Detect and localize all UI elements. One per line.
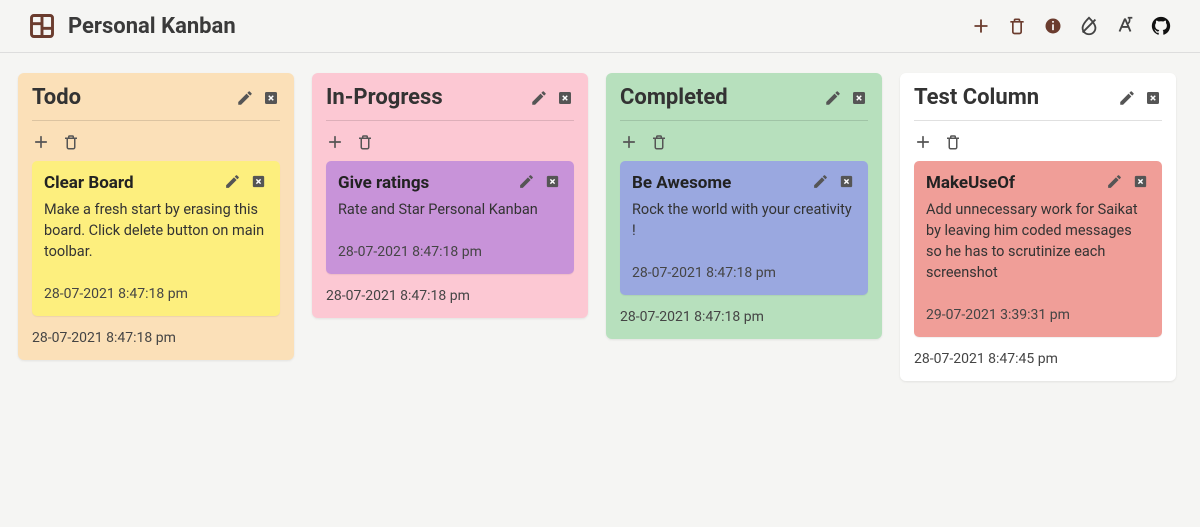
column-timestamp: 28-07-2021 8:47:18 pm xyxy=(326,284,574,304)
column-actions xyxy=(236,89,280,107)
column-actions xyxy=(530,89,574,107)
card-header: Clear Board xyxy=(44,173,268,193)
theme-toggle-button[interactable] xyxy=(1078,15,1100,37)
card-timestamp: 28-07-2021 8:47:18 pm xyxy=(44,286,268,302)
column-card-actions xyxy=(620,121,868,161)
card-title: Be Awesome xyxy=(632,173,731,193)
card-actions xyxy=(518,173,562,191)
edit-card-button[interactable] xyxy=(518,173,536,191)
main-toolbar xyxy=(970,15,1172,37)
edit-column-button[interactable] xyxy=(530,89,548,107)
delete-column-button[interactable] xyxy=(556,89,574,107)
card-actions xyxy=(224,173,268,191)
delete-all-cards-button[interactable] xyxy=(650,133,668,151)
add-card-button[interactable] xyxy=(326,133,344,151)
column: Completed Be Awesome Rock the world with… xyxy=(606,73,882,339)
github-link[interactable] xyxy=(1150,15,1172,37)
card[interactable]: Be Awesome Rock the world with your crea… xyxy=(620,161,868,295)
edit-card-button[interactable] xyxy=(224,173,242,191)
card[interactable]: MakeUseOf Add unnecessary work for Saika… xyxy=(914,161,1162,337)
brand: Personal Kanban xyxy=(28,12,236,40)
delete-column-button[interactable] xyxy=(850,89,868,107)
add-card-button[interactable] xyxy=(914,133,932,151)
column-actions xyxy=(824,89,868,107)
edit-column-button[interactable] xyxy=(1118,89,1136,107)
delete-card-button[interactable] xyxy=(838,173,856,191)
edit-card-button[interactable] xyxy=(812,173,830,191)
card-title: Clear Board xyxy=(44,173,134,193)
column-card-actions xyxy=(32,121,280,161)
column-timestamp: 28-07-2021 8:47:45 pm xyxy=(914,347,1162,367)
language-button[interactable] xyxy=(1114,15,1136,37)
card-actions xyxy=(1106,173,1150,191)
delete-all-cards-button[interactable] xyxy=(944,133,962,151)
clear-board-button[interactable] xyxy=(1006,15,1028,37)
board-icon xyxy=(28,12,56,40)
add-card-button[interactable] xyxy=(32,133,50,151)
edit-column-button[interactable] xyxy=(824,89,842,107)
card-description: Rate and Star Personal Kanban xyxy=(338,199,562,220)
card-title: MakeUseOf xyxy=(926,173,1015,193)
column-title: In-Progress xyxy=(326,85,443,110)
card-description: Rock the world with your creativity ! xyxy=(632,199,856,241)
column-header: In-Progress xyxy=(326,85,574,121)
column-title: Completed xyxy=(620,85,728,110)
card-description: Make a fresh start by erasing this board… xyxy=(44,199,268,262)
column-card-actions xyxy=(914,121,1162,161)
card-timestamp: 28-07-2021 8:47:18 pm xyxy=(632,265,856,281)
app-title: Personal Kanban xyxy=(68,14,236,39)
add-card-button[interactable] xyxy=(620,133,638,151)
delete-column-button[interactable] xyxy=(1144,89,1162,107)
column-header: Completed xyxy=(620,85,868,121)
column: In-Progress Give ratings Rate and Star P… xyxy=(312,73,588,318)
edit-card-button[interactable] xyxy=(1106,173,1124,191)
edit-column-button[interactable] xyxy=(236,89,254,107)
card-header: Be Awesome xyxy=(632,173,856,193)
delete-card-button[interactable] xyxy=(1132,173,1150,191)
card-timestamp: 29-07-2021 3:39:31 pm xyxy=(926,307,1150,323)
delete-column-button[interactable] xyxy=(262,89,280,107)
card-header: Give ratings xyxy=(338,173,562,193)
add-column-button[interactable] xyxy=(970,15,992,37)
column-card-actions xyxy=(326,121,574,161)
column-timestamp: 28-07-2021 8:47:18 pm xyxy=(32,326,280,346)
card-actions xyxy=(812,173,856,191)
column-actions xyxy=(1118,89,1162,107)
card-description: Add unnecessary work for Saikat by leavi… xyxy=(926,199,1150,283)
column-timestamp: 28-07-2021 8:47:18 pm xyxy=(620,305,868,325)
app-header: Personal Kanban xyxy=(0,0,1200,53)
kanban-board: Todo Clear Board Make a fresh start by e… xyxy=(0,53,1200,401)
info-button[interactable] xyxy=(1042,15,1064,37)
card-title: Give ratings xyxy=(338,173,429,193)
delete-all-cards-button[interactable] xyxy=(356,133,374,151)
column-header: Todo xyxy=(32,85,280,121)
delete-card-button[interactable] xyxy=(250,173,268,191)
column-title: Test Column xyxy=(914,85,1039,110)
column-header: Test Column xyxy=(914,85,1162,121)
card[interactable]: Clear Board Make a fresh start by erasin… xyxy=(32,161,280,316)
card-timestamp: 28-07-2021 8:47:18 pm xyxy=(338,244,562,260)
column: Test Column MakeUseOf Add unnecessary wo… xyxy=(900,73,1176,381)
delete-card-button[interactable] xyxy=(544,173,562,191)
card[interactable]: Give ratings Rate and Star Personal Kanb… xyxy=(326,161,574,274)
delete-all-cards-button[interactable] xyxy=(62,133,80,151)
column: Todo Clear Board Make a fresh start by e… xyxy=(18,73,294,360)
card-header: MakeUseOf xyxy=(926,173,1150,193)
column-title: Todo xyxy=(32,85,81,110)
